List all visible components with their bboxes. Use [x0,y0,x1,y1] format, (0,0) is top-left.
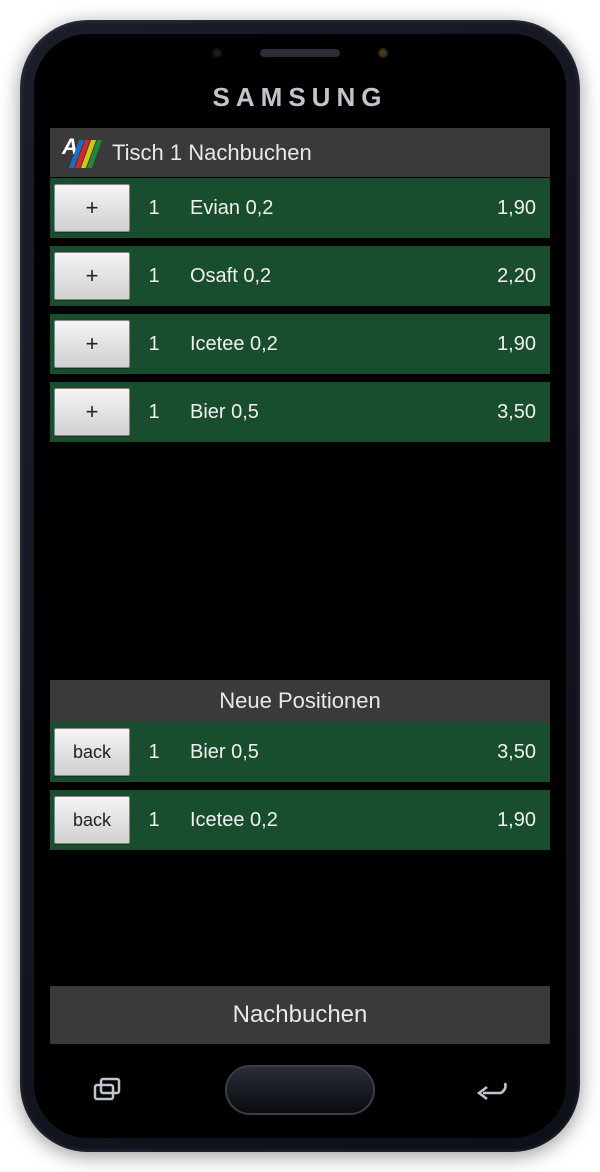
page-title: Tisch 1 Nachbuchen [112,140,312,166]
item-qty: 1 [140,809,168,832]
item-row: + 1 Icetee 0,2 1,90 [50,314,550,374]
item-name: Osaft 0,2 [168,265,497,288]
item-row: back 1 Icetee 0,2 1,90 [50,790,550,850]
item-price: 2,20 [497,265,536,288]
app-header: A Tisch 1 Nachbuchen [50,128,550,178]
empty-area [50,450,550,680]
earpiece-bar [212,48,388,58]
add-button[interactable]: + [54,388,130,436]
item-price: 1,90 [497,809,536,832]
speaker-grille [260,49,340,57]
item-row: + 1 Bier 0,5 3,50 [50,382,550,442]
item-row: back 1 Bier 0,5 3,50 [50,722,550,782]
front-camera-icon [378,48,388,58]
back-button[interactable]: back [54,796,130,844]
item-name: Bier 0,5 [168,401,497,424]
item-price: 3,50 [497,741,536,764]
new-items-list: back 1 Bier 0,5 3,50 back 1 Icetee 0,2 1… [50,722,550,850]
back-button[interactable]: back [54,728,130,776]
sensor-icon [212,48,222,58]
item-name: Evian 0,2 [168,197,497,220]
phone-bezel: SAMSUNG A Tisch 1 Nachbuchen + 1 [34,34,566,1138]
item-name: Bier 0,5 [168,741,497,764]
existing-items-list: + 1 Evian 0,2 1,90 + 1 Osaft 0,2 2,20 + … [50,178,550,442]
item-price: 1,90 [497,333,536,356]
android-back-icon[interactable] [474,1072,510,1108]
item-qty: 1 [140,197,168,220]
item-price: 3,50 [497,401,536,424]
section-header-new: Neue Positionen [50,680,550,722]
recents-icon[interactable] [90,1072,126,1108]
android-nav-bar [34,1060,566,1120]
item-price: 1,90 [497,197,536,220]
item-name: Icetee 0,2 [168,333,497,356]
add-button[interactable]: + [54,320,130,368]
add-button[interactable]: + [54,252,130,300]
device-brand: SAMSUNG [34,82,566,113]
item-name: Icetee 0,2 [168,809,497,832]
phone-frame: SAMSUNG A Tisch 1 Nachbuchen + 1 [20,20,580,1152]
home-button[interactable] [225,1065,375,1115]
item-qty: 1 [140,265,168,288]
item-qty: 1 [140,401,168,424]
item-row: + 1 Osaft 0,2 2,20 [50,246,550,306]
app-screen: A Tisch 1 Nachbuchen + 1 Evian 0,2 1,90 [50,128,550,1044]
item-qty: 1 [140,741,168,764]
submit-button[interactable]: Nachbuchen [50,984,550,1044]
item-qty: 1 [140,333,168,356]
item-row: + 1 Evian 0,2 1,90 [50,178,550,238]
add-button[interactable]: + [54,184,130,232]
app-logo-icon: A [60,136,98,170]
